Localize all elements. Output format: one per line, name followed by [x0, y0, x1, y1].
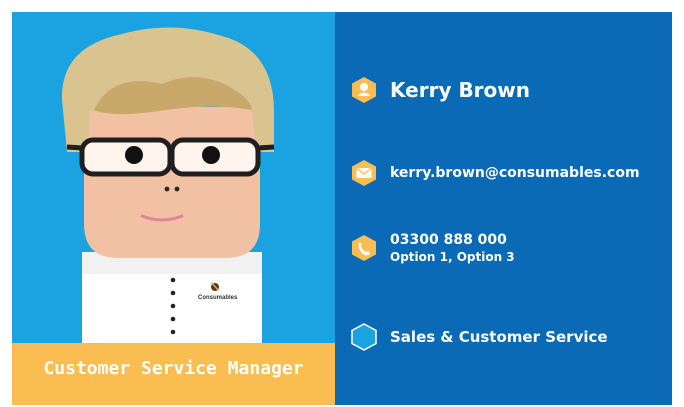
job-title: Customer Service Manager	[12, 343, 335, 405]
avatar-panel: Consumables Customer Service Manager	[12, 12, 335, 405]
person-name: Kerry Brown	[390, 78, 530, 102]
department-row: Sales & Customer Service	[350, 322, 608, 352]
department-name: Sales & Customer Service	[390, 328, 608, 346]
email-link[interactable]: kerry.brown@consumables.com	[390, 165, 640, 181]
name-row: Kerry Brown	[350, 75, 530, 105]
phone-row[interactable]: 03300 888 000 Option 1, Option 3	[350, 232, 515, 264]
contact-panel: Kerry Brown kerry.brown@consumables.com …	[335, 12, 672, 405]
phone-icon	[350, 233, 378, 263]
email-row[interactable]: kerry.brown@consumables.com	[350, 158, 640, 188]
phone-block[interactable]: 03300 888 000 Option 1, Option 3	[390, 232, 515, 264]
person-icon	[350, 75, 378, 105]
envelope-icon	[350, 158, 378, 188]
hexagon-icon	[350, 322, 378, 352]
phone-number[interactable]: 03300 888 000	[390, 232, 507, 248]
company-logo-text: Consumables	[198, 295, 238, 301]
phone-options: Option 1, Option 3	[390, 250, 515, 264]
business-card: Consumables Customer Service Manager Ker…	[12, 12, 672, 405]
